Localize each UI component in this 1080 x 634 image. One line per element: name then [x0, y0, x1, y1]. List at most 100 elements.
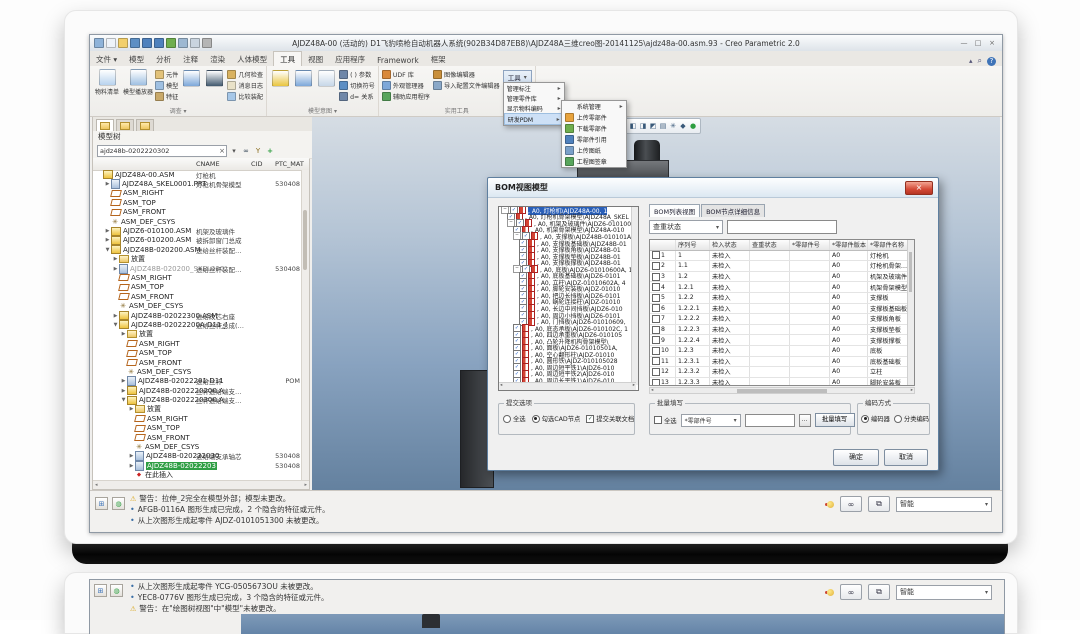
component-button[interactable]: 元件: [155, 69, 178, 79]
row-select-cell[interactable]: 11: [650, 357, 676, 367]
tree-row[interactable]: ASM_RIGHT: [93, 414, 304, 423]
bom-tree-hscrollbar[interactable]: ◂▸: [499, 382, 636, 390]
tree-expander-icon[interactable]: ▶: [120, 388, 127, 394]
search-dropdown-icon[interactable]: ▾: [229, 147, 239, 155]
row-select-cell[interactable]: 1: [650, 251, 676, 261]
batch-value-input[interactable]: [745, 414, 795, 427]
tab-应用程序[interactable]: 应用程序: [329, 52, 371, 66]
select-box-button[interactable]: ⧉: [868, 496, 890, 512]
tree-expander-icon[interactable]: ▶: [104, 181, 111, 187]
bottom-graphics-area[interactable]: [241, 614, 1004, 634]
tree-expander-icon[interactable]: ▶: [112, 313, 119, 319]
bom-table-row[interactable]: 131.2.3.3未检入A0脚轮安装板AJDZ-0: [650, 378, 914, 386]
column-header-cid[interactable]: CID: [251, 160, 262, 168]
select-mode-icon[interactable]: [94, 38, 104, 48]
menu-item-研发PDM[interactable]: 研发PDM▸: [504, 113, 564, 125]
tree-row[interactable]: ✳ASM_DEF_CSYS: [93, 367, 304, 376]
navigator-toggle-icon[interactable]: ⊞: [95, 497, 108, 510]
bom-table-row[interactable]: 51.2.2未检入A0支撑板AJDZ4: [650, 293, 914, 304]
bom-table-row[interactable]: 31.2未检入A0机架及玻璃件AJDZ6-: [650, 272, 914, 283]
tree-row[interactable]: ASM_FRONT: [93, 208, 304, 217]
image-editor-button[interactable]: 图像编辑器: [433, 69, 500, 79]
tree-row[interactable]: ▼AJDZ48B-0202220300.A丝杆进给端支…: [93, 395, 304, 404]
menu-item-管理标注[interactable]: 管理标注▸: [504, 83, 564, 93]
tree-expander-icon[interactable]: ▶: [128, 406, 135, 412]
row-checkbox[interactable]: [652, 347, 660, 355]
submenu-item-上传零部件[interactable]: 上传零部件: [562, 112, 626, 123]
tree-row[interactable]: ASM_RIGHT: [93, 189, 304, 198]
close-button[interactable]: ×: [987, 39, 997, 47]
tab-渲染[interactable]: 渲染: [204, 52, 231, 66]
tree-row[interactable]: ▶AJDZ6-010200.ASM被拆卸窗门总成: [93, 236, 304, 245]
row-checkbox[interactable]: [652, 294, 660, 302]
column-header-ptc-mat[interactable]: PTC_MAT: [275, 160, 304, 168]
component-interface-button[interactable]: [270, 67, 290, 87]
command-search-icon[interactable]: ⌕: [978, 56, 982, 66]
redo-icon[interactable]: [154, 38, 164, 48]
udf-library-button[interactable]: UDF 库: [382, 69, 430, 79]
tree-row[interactable]: ▶AJDZ48B-020200_SKEL0001进给丝杆装配…530408: [93, 264, 304, 273]
tree-expander-icon[interactable]: ▶: [104, 228, 111, 234]
bom-table-row[interactable]: 11未检入A0灯枪机AJDZ4: [650, 251, 914, 262]
bom-table-row[interactable]: 71.2.2.2未检入A0支撑板角板AJDZ4: [650, 314, 914, 325]
bom-table-row[interactable]: 91.2.2.4未检入A0支撑板撑板AJDZ4: [650, 335, 914, 346]
appearance-manager-button[interactable]: 外观管理器: [382, 80, 430, 90]
tree-row[interactable]: ASM_FRONT: [93, 358, 304, 367]
bom-tree-vscrollbar[interactable]: [631, 207, 638, 385]
row-select-cell[interactable]: 9: [650, 335, 676, 345]
bom-table-row[interactable]: 41.2.1未检入A0机架骨架模型AJDZ4: [650, 282, 914, 293]
row-select-cell[interactable]: 12: [650, 367, 676, 377]
help-icon[interactable]: ?: [987, 57, 996, 66]
tree-expander-icon[interactable]: ▶: [104, 237, 111, 243]
display-style-wireframe-icon[interactable]: ◩: [649, 121, 657, 131]
minimize-button[interactable]: —: [959, 39, 969, 47]
saved-orientations-icon[interactable]: ▤: [659, 121, 667, 131]
display-style-hidden-line-icon[interactable]: ◨: [639, 121, 647, 131]
menu-item-显示物料编码[interactable]: 显示物料编码▸: [504, 103, 564, 113]
tab-工具[interactable]: 工具: [273, 51, 302, 66]
tree-row[interactable]: ASM_FRONT: [93, 292, 304, 301]
tree-expander-icon[interactable]: ▶: [120, 331, 127, 337]
row-select-cell[interactable]: 3: [650, 272, 676, 282]
tree-row[interactable]: ASM_RIGHT: [93, 339, 304, 348]
bom-table-vscrollbar[interactable]: [907, 240, 914, 385]
row-select-cell[interactable]: 5: [650, 293, 676, 303]
row-select-cell[interactable]: 13: [650, 378, 676, 386]
row-checkbox[interactable]: [652, 326, 660, 334]
close-window-icon[interactable]: [190, 38, 200, 48]
column-header-*零部件号[interactable]: *零部件号: [790, 240, 830, 250]
tree-filter-icon[interactable]: Y: [253, 147, 263, 155]
row-checkbox[interactable]: [652, 251, 660, 259]
bom-table-row[interactable]: 111.2.3.1未检入A0底板基础板AJDZ6-: [650, 357, 914, 368]
spin-center-icon[interactable]: ●: [689, 121, 697, 131]
row-select-cell[interactable]: 4: [650, 282, 676, 292]
bom-tab-BOM节点详细信息[interactable]: BOM节点详细信息: [701, 204, 765, 217]
browser-toggle-icon[interactable]: ◍: [112, 497, 125, 510]
row-checkbox[interactable]: [652, 336, 660, 344]
row-checkbox[interactable]: [652, 273, 660, 281]
radio-分类编码[interactable]: 分类编码: [894, 414, 929, 423]
row-checkbox[interactable]: [652, 368, 660, 376]
regenerate-icon[interactable]: [166, 38, 176, 48]
tree-expander-icon[interactable]: ▶: [112, 256, 119, 262]
bom-tab-BOM列表视图[interactable]: BOM列表视图: [649, 204, 700, 217]
tab-文件[interactable]: 文件 ▾: [90, 52, 123, 66]
tree-vertical-scrollbar[interactable]: [301, 170, 309, 481]
submenu-item-上传图纸[interactable]: 上传图纸: [562, 145, 626, 156]
column-header-检入状态[interactable]: 检入状态: [710, 240, 750, 250]
row-select-cell[interactable]: 10: [650, 346, 676, 356]
row-checkbox[interactable]: [652, 283, 660, 291]
batch-select-all[interactable]: 全选: [654, 416, 677, 425]
tree-add-column-icon[interactable]: +: [265, 147, 275, 155]
clear-search-icon[interactable]: ×: [217, 147, 227, 155]
duplicate-status-dropdown[interactable]: 查重状态 ▾: [649, 220, 723, 234]
submenu-item-下载零部件[interactable]: 下载零部件: [562, 123, 626, 134]
tree-row[interactable]: ▶AJDZ6-010100.ASM机架及玻璃件: [93, 226, 304, 235]
find-button[interactable]: ∞: [840, 496, 862, 512]
bom-table-row[interactable]: 121.2.3.2未检入A0立柱AJDZ-0: [650, 367, 914, 378]
bom-table-row[interactable]: 21.1未检入A0灯枪机骨架…AJDZ4: [650, 261, 914, 272]
tree-row[interactable]: ▶放置: [93, 330, 304, 339]
cancel-button[interactable]: 取消: [884, 449, 928, 466]
bom-button[interactable]: 物料清单: [93, 67, 121, 96]
tree-expander-icon[interactable]: ▶: [120, 378, 127, 384]
